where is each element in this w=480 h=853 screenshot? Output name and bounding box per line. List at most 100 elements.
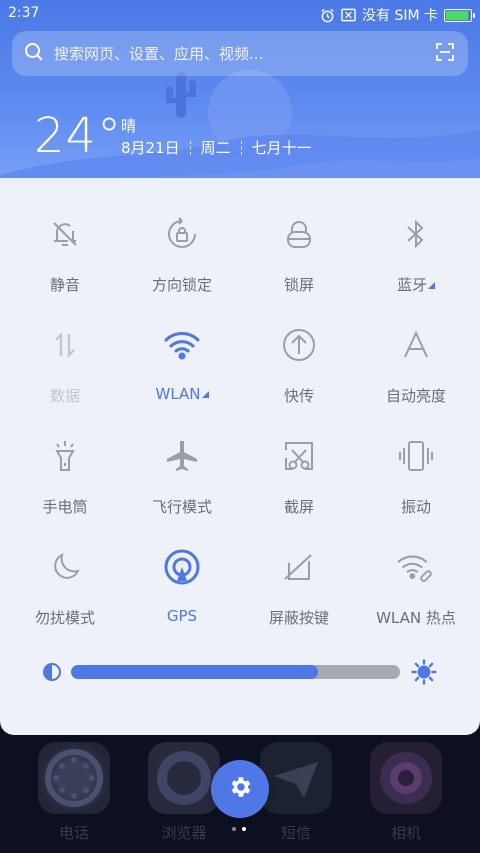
search-input[interactable]: 搜索网页、设置、应用、视频... bbox=[54, 43, 436, 64]
camera-app-icon[interactable] bbox=[370, 742, 442, 814]
toggle-label: WLAN 热点 bbox=[356, 607, 476, 628]
brightness-high-icon bbox=[411, 659, 437, 689]
dock-label-messages: 短信 bbox=[280, 824, 311, 842]
toggle-label: 锁屏 bbox=[239, 274, 359, 295]
settings-button[interactable] bbox=[211, 760, 269, 818]
bluetooth-icon bbox=[396, 214, 436, 254]
airplane-icon bbox=[162, 436, 202, 476]
toggle-mobile-data[interactable]: 数据 bbox=[5, 295, 125, 405]
toggle-label-text: 勿扰模式 bbox=[34, 609, 95, 627]
divider bbox=[189, 140, 191, 155]
no-sim-icon bbox=[341, 8, 356, 22]
toggle-hotspot[interactable]: WLAN 热点 bbox=[356, 517, 476, 627]
toggle-gps[interactable]: GPS bbox=[122, 517, 242, 625]
dock-label-camera: 相机 bbox=[390, 824, 421, 842]
toggle-label-text: 快传 bbox=[283, 387, 314, 405]
toggle-bell-off[interactable]: 静音 bbox=[5, 184, 125, 294]
toggle-lock[interactable]: 锁屏 bbox=[239, 184, 359, 294]
flashlight-icon bbox=[45, 436, 85, 476]
temperature: 24° bbox=[34, 108, 123, 164]
phone-app-icon[interactable] bbox=[38, 742, 110, 814]
browser-app-icon[interactable] bbox=[148, 742, 220, 814]
search-bar[interactable]: 搜索网页、设置、应用、视频... bbox=[12, 31, 468, 76]
wifi-icon bbox=[162, 325, 202, 365]
toggle-label-text: 自动亮度 bbox=[385, 387, 446, 405]
toggle-moon[interactable]: 勿扰模式 bbox=[5, 517, 125, 627]
toggle-wifi[interactable]: WLAN bbox=[122, 295, 242, 403]
toggle-label-text: 锁屏 bbox=[283, 276, 314, 294]
toggle-auto-brightness[interactable]: 自动亮度 bbox=[356, 295, 476, 405]
toggle-label: 自动亮度 bbox=[356, 385, 476, 406]
gps-icon bbox=[162, 547, 202, 587]
quick-transfer-icon bbox=[279, 325, 319, 365]
dock-label-phone: 电话 bbox=[58, 824, 89, 842]
toggle-label-text: 截屏 bbox=[283, 498, 314, 516]
toggle-label-text: 屏蔽按键 bbox=[268, 609, 329, 627]
date-row: 8月21日 周二 七月十一 bbox=[121, 137, 312, 158]
sim-status-text: 没有 SIM 卡 bbox=[362, 8, 438, 24]
brightness-slider[interactable] bbox=[71, 665, 400, 679]
toggle-label: 蓝牙 bbox=[356, 274, 476, 295]
bell-off-icon bbox=[45, 214, 85, 254]
toggle-vibrate[interactable]: 振动 bbox=[356, 406, 476, 516]
toggle-label: 静音 bbox=[5, 274, 125, 295]
toggle-quick-transfer[interactable]: 快传 bbox=[239, 295, 359, 405]
toggle-label-text: 方向锁定 bbox=[151, 276, 212, 294]
search-icon bbox=[24, 42, 44, 66]
toggle-bluetooth[interactable]: 蓝牙 bbox=[356, 184, 476, 294]
toggle-label-text: WLAN bbox=[155, 385, 201, 403]
toggle-label: 振动 bbox=[356, 496, 476, 517]
toggle-label: 截屏 bbox=[239, 496, 359, 517]
page-dot bbox=[232, 827, 236, 831]
weather-scene bbox=[0, 70, 480, 200]
brightness-low-icon bbox=[42, 662, 62, 686]
date: 8月21日 bbox=[121, 139, 180, 157]
toggle-label: 手电筒 bbox=[5, 496, 125, 517]
toggle-flashlight[interactable]: 手电筒 bbox=[5, 406, 125, 516]
toggle-label-text: 飞行模式 bbox=[151, 498, 212, 516]
toggle-label-text: 蓝牙 bbox=[396, 276, 427, 294]
screenshot-icon bbox=[279, 436, 319, 476]
battery-icon bbox=[444, 8, 475, 22]
toggle-label: 飞行模式 bbox=[122, 496, 242, 517]
toggle-button-block[interactable]: 屏蔽按键 bbox=[239, 517, 359, 627]
toggle-label: WLAN bbox=[122, 385, 242, 403]
toggle-rotation-lock[interactable]: 方向锁定 bbox=[122, 184, 242, 294]
scan-icon[interactable] bbox=[436, 42, 454, 65]
mobile-data-icon bbox=[45, 325, 85, 365]
divider bbox=[240, 140, 242, 155]
toggle-label: 数据 bbox=[5, 385, 125, 406]
toggle-label-text: 静音 bbox=[49, 276, 80, 294]
status-bar: 2:37 没有 SIM 卡 bbox=[0, 0, 480, 28]
brightness-slider-fill[interactable] bbox=[71, 665, 318, 679]
toggle-label: 勿扰模式 bbox=[5, 607, 125, 628]
dock-label-browser: 浏览器 bbox=[161, 824, 207, 842]
auto-brightness-icon bbox=[396, 325, 436, 365]
gear-icon bbox=[227, 774, 253, 804]
toggle-screenshot[interactable]: 截屏 bbox=[239, 406, 359, 516]
hotspot-icon bbox=[396, 547, 436, 587]
toggle-label: 快传 bbox=[239, 385, 359, 406]
status-time: 2:37 bbox=[8, 5, 40, 21]
lock-icon bbox=[279, 214, 319, 254]
toggle-label: 屏蔽按键 bbox=[239, 607, 359, 628]
toggle-airplane[interactable]: 飞行模式 bbox=[122, 406, 242, 516]
notification-header: 2:37 没有 SIM 卡 搜索网页、设置、应用、视频... 24° 晴 8月2… bbox=[0, 0, 480, 200]
toggle-label: GPS bbox=[122, 607, 242, 625]
toggle-label-text: 手电筒 bbox=[42, 498, 88, 516]
menu-corner-icon bbox=[201, 391, 209, 398]
rotation-lock-icon bbox=[162, 214, 202, 254]
toggle-label-text: GPS bbox=[166, 607, 198, 625]
alarm-icon bbox=[320, 8, 335, 23]
page-indicator bbox=[232, 827, 246, 831]
toggle-label-text: 数据 bbox=[49, 387, 80, 405]
messages-app-icon[interactable] bbox=[260, 742, 332, 814]
toggle-label-text: 振动 bbox=[400, 498, 431, 516]
weekday: 周二 bbox=[200, 139, 231, 157]
menu-corner-icon bbox=[428, 282, 435, 289]
quick-settings-panel: 静音 方向锁定 锁屏 蓝牙数据 WLAN 快传 自动亮度手电筒 飞行模式 截屏 振动勿扰模式 GPS… bbox=[0, 178, 480, 735]
brightness-control bbox=[42, 659, 442, 685]
page-dot-active bbox=[242, 827, 246, 831]
moon-icon bbox=[45, 547, 85, 587]
lunar-date: 七月十一 bbox=[251, 139, 312, 157]
